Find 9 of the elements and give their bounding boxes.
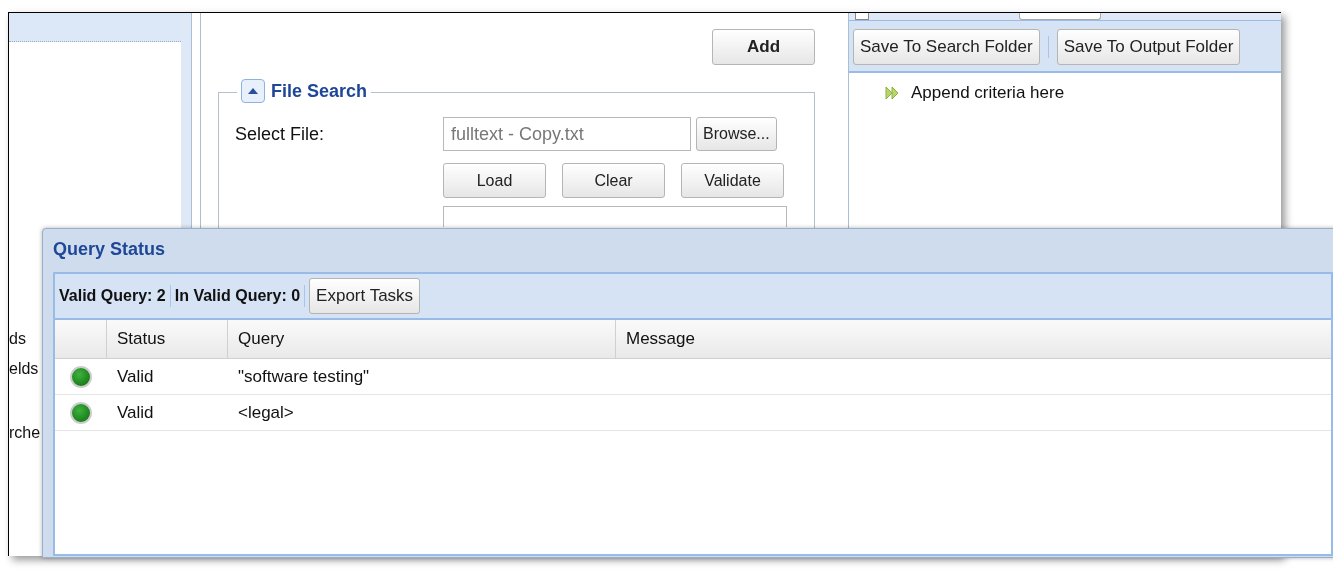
section-title: File Search xyxy=(271,80,368,102)
dialog-title: Query Status xyxy=(53,238,167,261)
table-cell: Valid xyxy=(117,402,154,423)
table-cell: "software testing" xyxy=(238,366,370,387)
select-file-label: Select File: xyxy=(235,123,326,145)
table-cell: <legal> xyxy=(238,402,294,423)
table-cell: Valid xyxy=(117,366,154,387)
summary-count: Valid Query: 2 xyxy=(59,287,166,305)
summary-count: In Valid Query: 0 xyxy=(174,287,301,305)
